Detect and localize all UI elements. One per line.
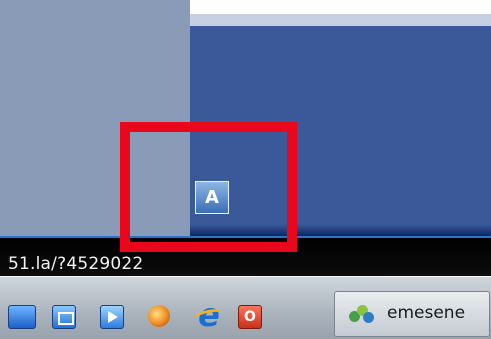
- emesene-buddies-icon: [349, 305, 375, 323]
- top-strip: [190, 0, 491, 14]
- buddy-icon: [363, 312, 374, 323]
- window-top-border: [190, 14, 491, 26]
- internet-explorer-icon[interactable]: e: [194, 299, 224, 331]
- taskbar-button-emesene[interactable]: emesene: [334, 291, 490, 337]
- task-button-label: emesene: [387, 303, 466, 323]
- switch-windows-icon[interactable]: [52, 305, 76, 329]
- status-url: 51.la/?4529022: [8, 254, 144, 274]
- show-desktop-icon[interactable]: [8, 305, 36, 329]
- opera-icon[interactable]: O: [238, 305, 262, 329]
- firefox-icon[interactable]: [148, 305, 170, 327]
- a-app-icon[interactable]: A: [195, 181, 229, 214]
- media-player-icon[interactable]: [100, 305, 124, 329]
